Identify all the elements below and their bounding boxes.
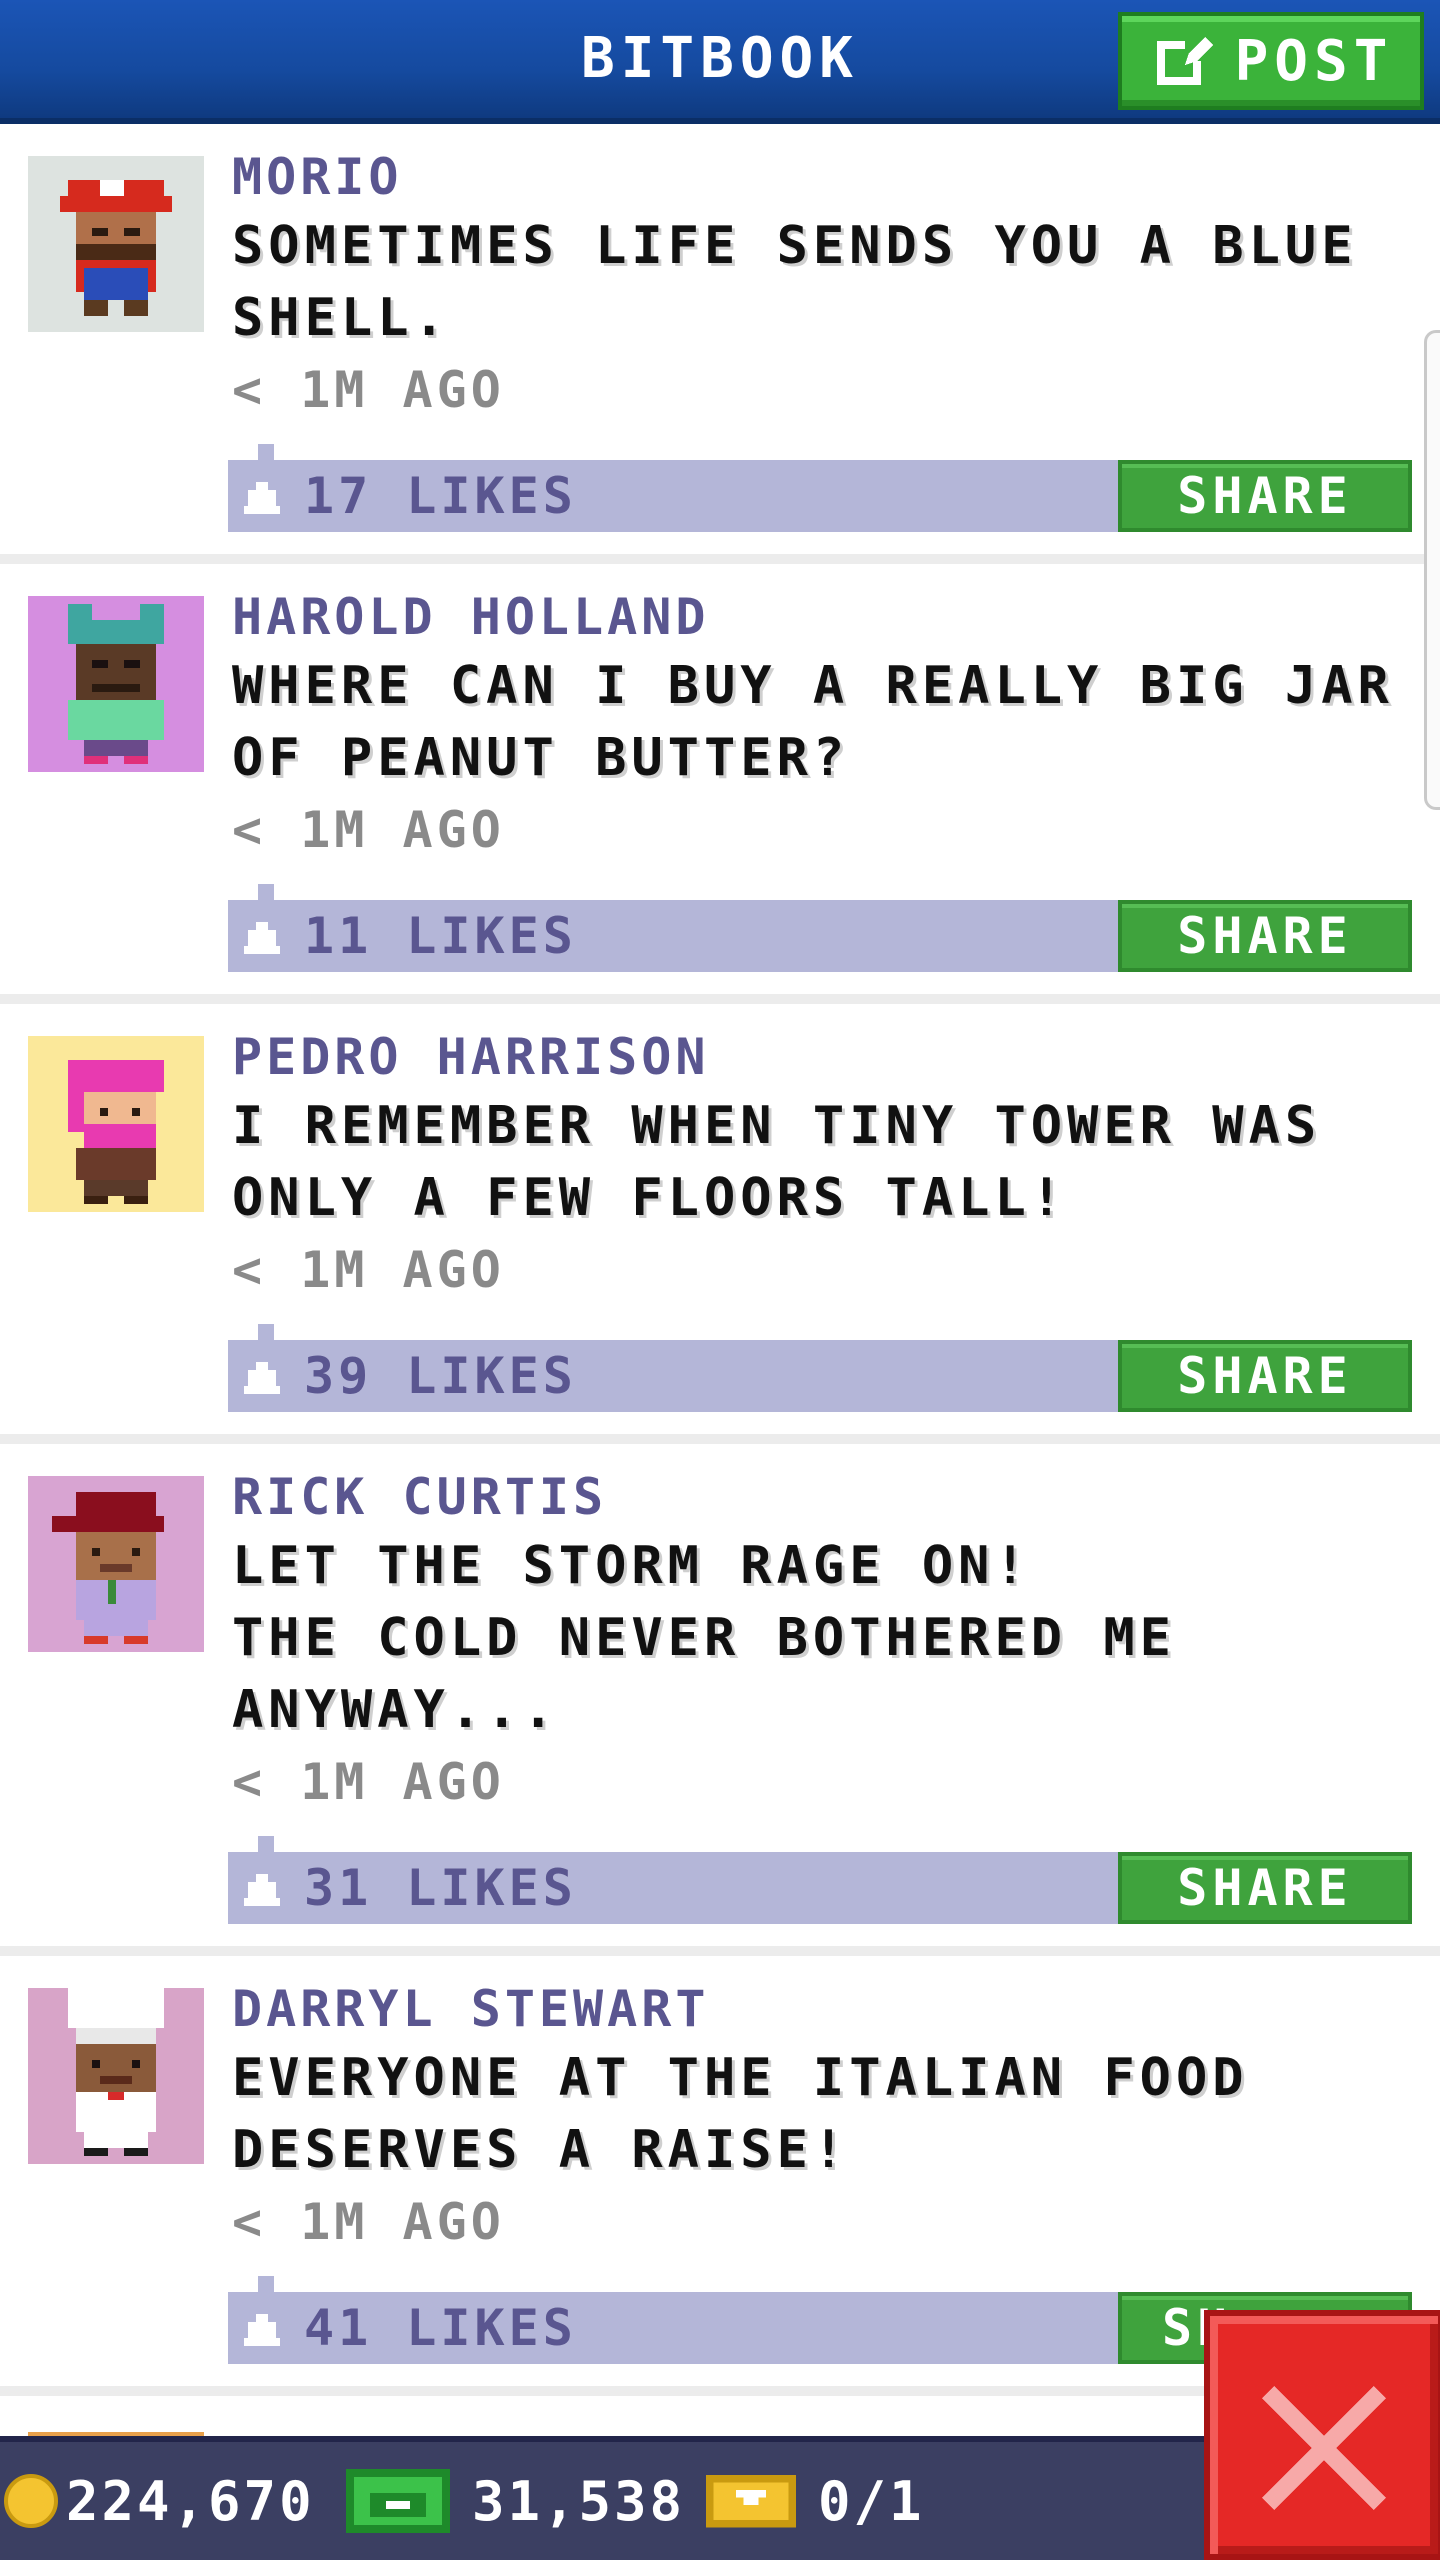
scrollbar[interactable] bbox=[1424, 330, 1440, 810]
coin-icon bbox=[4, 2474, 58, 2528]
feed-post: RICK CURTIS LET THE STORM RAGE ON! THE C… bbox=[0, 1444, 1440, 1956]
feed-post: PEDRO HARRISON I REMEMBER WHEN TINY TOWE… bbox=[0, 1004, 1440, 1444]
post-content: MORIO SOMETIMES LIFE SENDS YOU A BLUE SH… bbox=[232, 144, 1412, 426]
tickets-counter: 0/1 bbox=[706, 2442, 925, 2560]
header-bar: BITBOOK POST bbox=[0, 0, 1440, 124]
likes-count: 41 LIKES bbox=[304, 2299, 577, 2357]
frog-hat-avatar-icon[interactable] bbox=[28, 596, 204, 772]
post-timestamp: < 1M AGO bbox=[232, 2193, 505, 2251]
like-bar: 11 LIKES SHARE bbox=[228, 884, 1412, 972]
bitbook-screen: BITBOOK POST MORIO SOMETIMES LIFE SENDS … bbox=[0, 0, 1440, 2560]
like-bar: 31 LIKES SHARE bbox=[228, 1836, 1412, 1924]
feed-post: MORIO SOMETIMES LIFE SENDS YOU A BLUE SH… bbox=[0, 124, 1440, 564]
likes-count: 17 LIKES bbox=[304, 467, 577, 525]
post-author[interactable]: HAROLD HOLLAND bbox=[232, 584, 1412, 650]
post-content: HAROLD HOLLAND WHERE CAN I BUY A REALLY … bbox=[232, 584, 1412, 866]
likes-count: 39 LIKES bbox=[304, 1347, 577, 1405]
share-button[interactable]: SHARE bbox=[1118, 1852, 1412, 1924]
chef-avatar-icon[interactable] bbox=[28, 1988, 204, 2164]
close-button[interactable] bbox=[1204, 2310, 1440, 2560]
plumber-avatar-icon[interactable] bbox=[28, 156, 204, 332]
like-icon[interactable] bbox=[244, 482, 280, 514]
feed-post: HAROLD HOLLAND WHERE CAN I BUY A REALLY … bbox=[0, 564, 1440, 1004]
post-author[interactable]: MORIO bbox=[232, 144, 1412, 210]
bux-icon bbox=[346, 2469, 450, 2533]
post-button[interactable]: POST bbox=[1118, 12, 1424, 110]
post-message: I REMEMBER WHEN TINY TOWER WAS ONLY A FE… bbox=[232, 1096, 1322, 1228]
likes-count: 11 LIKES bbox=[304, 907, 577, 965]
post-timestamp: < 1M AGO bbox=[232, 1753, 505, 1811]
post-message: SOMETIMES LIFE SENDS YOU A BLUE SHELL. bbox=[232, 216, 1358, 348]
coins-counter: 224,670 bbox=[4, 2442, 315, 2560]
bux-counter: 31,538 bbox=[346, 2442, 685, 2560]
like-icon[interactable] bbox=[244, 922, 280, 954]
post-author[interactable]: DARRYL STEWART bbox=[232, 1976, 1412, 2042]
post-timestamp: < 1M AGO bbox=[232, 801, 505, 859]
red-cap-avatar-icon[interactable] bbox=[28, 1476, 204, 1652]
bux-value: 31,538 bbox=[472, 2469, 686, 2533]
like-icon[interactable] bbox=[244, 1874, 280, 1906]
post-content: PEDRO HARRISON I REMEMBER WHEN TINY TOWE… bbox=[232, 1024, 1412, 1306]
post-author[interactable]: RICK CURTIS bbox=[232, 1464, 1412, 1530]
post-author[interactable]: PEDRO HARRISON bbox=[232, 1024, 1412, 1090]
tickets-value: 0/1 bbox=[818, 2469, 925, 2533]
post-message: EVERYONE AT THE ITALIAN FOOD DESERVES A … bbox=[232, 2048, 1249, 2180]
feed-list[interactable]: MORIO SOMETIMES LIFE SENDS YOU A BLUE SH… bbox=[0, 124, 1440, 2396]
golden-ticket-icon bbox=[706, 2474, 796, 2528]
share-button[interactable]: SHARE bbox=[1118, 900, 1412, 972]
like-bar: 17 LIKES SHARE bbox=[228, 444, 1412, 532]
compose-icon bbox=[1156, 37, 1213, 85]
likes-count: 31 LIKES bbox=[304, 1859, 577, 1917]
coins-value: 224,670 bbox=[66, 2469, 315, 2533]
share-button[interactable]: SHARE bbox=[1118, 460, 1412, 532]
like-bar: 39 LIKES SHARE bbox=[228, 1324, 1412, 1412]
post-button-label: POST bbox=[1234, 28, 1394, 94]
post-content: DARRYL STEWART EVERYONE AT THE ITALIAN F… bbox=[232, 1976, 1412, 2258]
post-content: RICK CURTIS LET THE STORM RAGE ON! THE C… bbox=[232, 1464, 1412, 1818]
like-icon[interactable] bbox=[244, 1362, 280, 1394]
post-timestamp: < 1M AGO bbox=[232, 1241, 505, 1299]
like-icon[interactable] bbox=[244, 2314, 280, 2346]
post-timestamp: < 1M AGO bbox=[232, 361, 505, 419]
close-x-icon bbox=[1262, 2386, 1386, 2510]
share-button[interactable]: SHARE bbox=[1118, 1340, 1412, 1412]
pink-hair-avatar-icon[interactable] bbox=[28, 1036, 204, 1212]
post-message: WHERE CAN I BUY A REALLY BIG JAR OF PEAN… bbox=[232, 656, 1394, 788]
post-message: LET THE STORM RAGE ON! THE COLD NEVER BO… bbox=[232, 1536, 1176, 1740]
